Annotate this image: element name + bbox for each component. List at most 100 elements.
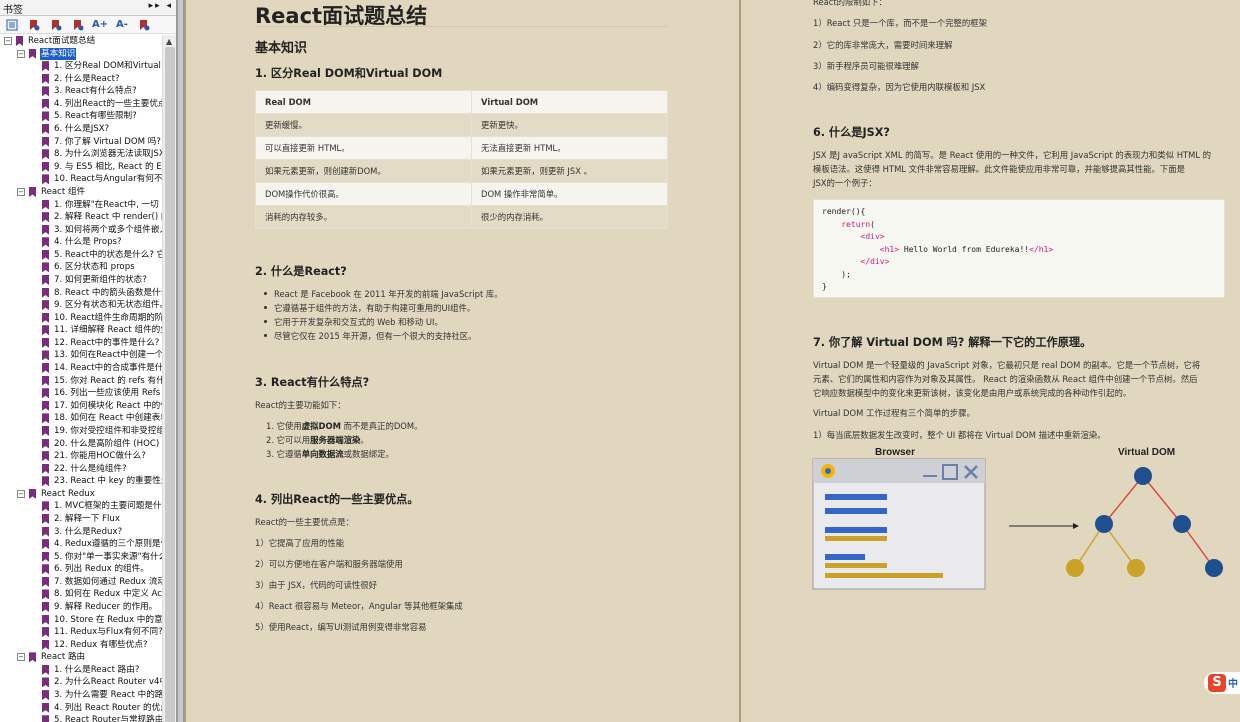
advantage-item: 4）React 很容易与 Meteor，Angular 等其他框架集成: [255, 601, 463, 611]
collapse-toggle-icon[interactable]: −: [17, 653, 25, 662]
bookmark-item[interactable]: 2. 为什么React Router v4中: [0, 676, 162, 689]
browser-label: Browser: [875, 447, 915, 458]
bookmark-item[interactable]: 9. 区分有状态和无状态组件。: [0, 299, 162, 312]
bookmark-label: 2. 什么是React?: [54, 73, 120, 84]
bookmark-item[interactable]: 8. 如何在 Redux 中定义 Act: [0, 588, 162, 601]
table-cell: 很少的内存消耗。: [471, 205, 668, 229]
bookmark-item[interactable]: 1. 你理解"在React中, 一切: [0, 199, 162, 212]
features-intro: React的主要功能如下：: [255, 400, 346, 410]
bookmark-icon: [42, 363, 49, 374]
bookmark-label: React 路由: [41, 652, 86, 663]
bookmark-group[interactable]: − React 组件: [0, 186, 162, 199]
bookmark-label: React 组件: [41, 186, 86, 197]
scrollbar-thumb[interactable]: [165, 47, 175, 722]
bookmark-item[interactable]: 12. Redux 有哪些优点?: [0, 639, 162, 652]
jsx-paragraph-line: 模板语法。这使得 HTML 文件非常容易理解。此文件能使应用非常可靠，并能够提高…: [813, 164, 1186, 174]
bookmark-item[interactable]: 5. React Router与常规路由有: [0, 714, 162, 722]
bookmark-item[interactable]: 7. 你了解 Virtual DOM 吗? 解: [0, 136, 162, 149]
question-3-heading: 3. React有什么特点?: [255, 376, 370, 389]
bookmark-item[interactable]: 2. 什么是React?: [0, 73, 162, 86]
bookmark-label: 3. 什么是Redux?: [54, 526, 123, 537]
bookmark-scrollbar[interactable]: ▲: [162, 35, 176, 722]
bookmark-item[interactable]: 1. MVC框架的主要问题是什么: [0, 500, 162, 513]
bookmark-item[interactable]: 4. Redux遵循的三个原则是什: [0, 538, 162, 551]
bookmark-item[interactable]: 20. 什么是高阶组件 (HOC): [0, 438, 162, 451]
bookmark-item[interactable]: 11. 详细解释 React 组件的生: [0, 324, 162, 337]
bookmark-item[interactable]: 9. 解释 Reducer 的作用。: [0, 601, 162, 614]
scroll-up-icon[interactable]: ▲: [166, 37, 172, 46]
bookmark-item[interactable]: 21. 你能用HOC做什么?: [0, 450, 162, 463]
bookmark-label: 4. Redux遵循的三个原则是什: [54, 539, 162, 550]
collapse-toggle-icon[interactable]: −: [17, 187, 25, 196]
bookmark-item[interactable]: 19. 你对受控组件和非受控组: [0, 425, 162, 438]
bookmark-item[interactable]: 7. 数据如何通过 Redux 流动: [0, 576, 162, 589]
bookmark-item[interactable]: 2. 解释一下 Flux: [0, 513, 162, 526]
bookmark-remove-icon[interactable]: [47, 17, 65, 32]
panel-splitter[interactable]: [177, 0, 184, 722]
bookmark-item[interactable]: 17. 如何模块化 React 中的代: [0, 400, 162, 413]
bookmark-item[interactable]: 4. 列出 React Router 的优点: [0, 702, 162, 715]
bookmark-icon: [29, 48, 36, 59]
bookmark-item[interactable]: 8. React 中的箭头函数是什么: [0, 287, 162, 300]
bookmark-icon: [42, 476, 49, 487]
bookmark-item[interactable]: 2. 解释 React 中 render() 的: [0, 211, 162, 224]
bookmark-item[interactable]: 10. React组件生命周期的阶段: [0, 312, 162, 325]
bookmark-item[interactable]: 5. 你对"单一事实来源"有什么: [0, 551, 162, 564]
bookmark-edit-icon[interactable]: [69, 17, 87, 32]
expand-all-icon[interactable]: [3, 17, 21, 32]
bookmark-properties-icon[interactable]: [135, 17, 153, 32]
collapse-toggle-icon[interactable]: −: [4, 37, 12, 45]
bookmark-label: 4. 什么是 Props?: [54, 237, 122, 248]
bookmark-label: 7. 你了解 Virtual DOM 吗? 解: [54, 136, 162, 147]
table-row: 更新缓慢。 更新更快。: [255, 113, 668, 137]
panel-controls[interactable]: ▸▸ ◂: [149, 1, 173, 14]
bookmark-item[interactable]: 15. 你对 React 的 refs 有什么: [0, 375, 162, 388]
bookmark-item[interactable]: 10. Store 在 Redux 中的意义: [0, 614, 162, 627]
bookmark-icon: [42, 300, 49, 311]
font-decrease-icon[interactable]: A-: [113, 17, 131, 32]
bookmark-item[interactable]: 13. 如何在React中创建一个事: [0, 349, 162, 362]
limitations-intro: React的限制如下：: [813, 0, 887, 7]
bookmark-item[interactable]: 9. 与 ES5 相比, React 的 ES: [0, 161, 162, 174]
bookmark-add-icon[interactable]: [25, 17, 43, 32]
bookmark-item[interactable]: 22. 什么是纯组件?: [0, 463, 162, 476]
bookmark-item[interactable]: 12. React中的事件是什么?: [0, 337, 162, 350]
collapse-toggle-icon[interactable]: −: [17, 489, 25, 498]
bookmark-item[interactable]: 3. 如何将两个或多个组件嵌入: [0, 224, 162, 237]
bookmark-icon: [42, 639, 49, 650]
bookmark-item[interactable]: 4. 列出React的一些主要优点: [0, 98, 162, 111]
ime-badge[interactable]: S 中: [1204, 672, 1240, 694]
bookmark-item[interactable]: 8. 为什么浏览器无法读取JSX: [0, 148, 162, 161]
font-increase-icon[interactable]: A+: [91, 17, 109, 32]
bookmark-item[interactable]: 11. Redux与Flux有何不同?: [0, 626, 162, 639]
bookmark-item[interactable]: 10. React与Angular有何不同: [0, 173, 162, 186]
bookmark-item[interactable]: 3. 为什么需要 React 中的路由: [0, 689, 162, 702]
bookmark-label: 12. React中的事件是什么?: [54, 337, 160, 348]
bookmark-item[interactable]: 4. 什么是 Props?: [0, 236, 162, 249]
bookmark-label: 8. React 中的箭头函数是什么: [54, 287, 162, 298]
bookmark-item[interactable]: 3. 什么是Redux?: [0, 526, 162, 539]
bookmark-item[interactable]: 6. 列出 Redux 的组件。: [0, 563, 162, 576]
bookmark-item[interactable]: 5. React有哪些限制?: [0, 110, 162, 123]
bookmark-item[interactable]: 1. 什么是React 路由?: [0, 664, 162, 677]
bookmark-label: 9. 与 ES5 相比, React 的 ES: [54, 161, 162, 172]
bookmark-item[interactable]: 6. 区分状态和 props: [0, 261, 162, 274]
bookmark-group[interactable]: − React Redux: [0, 488, 162, 501]
bookmark-group[interactable]: − React面试题总结: [0, 35, 162, 48]
bookmark-item[interactable]: 6. 什么是JSX?: [0, 123, 162, 136]
bookmark-label: 17. 如何模块化 React 中的代: [54, 400, 162, 411]
bookmark-item[interactable]: 5. React中的状态是什么? 它: [0, 249, 162, 262]
bookmark-item[interactable]: 16. 列出一些应该使用 Refs 的: [0, 387, 162, 400]
bookmark-icon: [42, 375, 49, 386]
bookmark-icon: [42, 388, 49, 399]
bookmark-item[interactable]: 7. 如何更新组件的状态?: [0, 274, 162, 287]
bookmark-group[interactable]: − React 路由: [0, 651, 162, 664]
bookmark-item[interactable]: 18. 如何在 React 中创建表单: [0, 412, 162, 425]
bookmark-group[interactable]: − 基本知识: [0, 47, 162, 61]
bookmark-label: React Redux: [41, 488, 95, 499]
bookmark-item[interactable]: 14. React中的合成事件是什么: [0, 362, 162, 375]
bookmark-item[interactable]: 3. React有什么特点?: [0, 85, 162, 98]
collapse-toggle-icon[interactable]: −: [17, 49, 25, 58]
bookmark-item[interactable]: 1. 区分Real DOM和Virtual DOM: [0, 60, 162, 73]
bookmark-item[interactable]: 23. React 中 key 的重要性是: [0, 475, 162, 488]
